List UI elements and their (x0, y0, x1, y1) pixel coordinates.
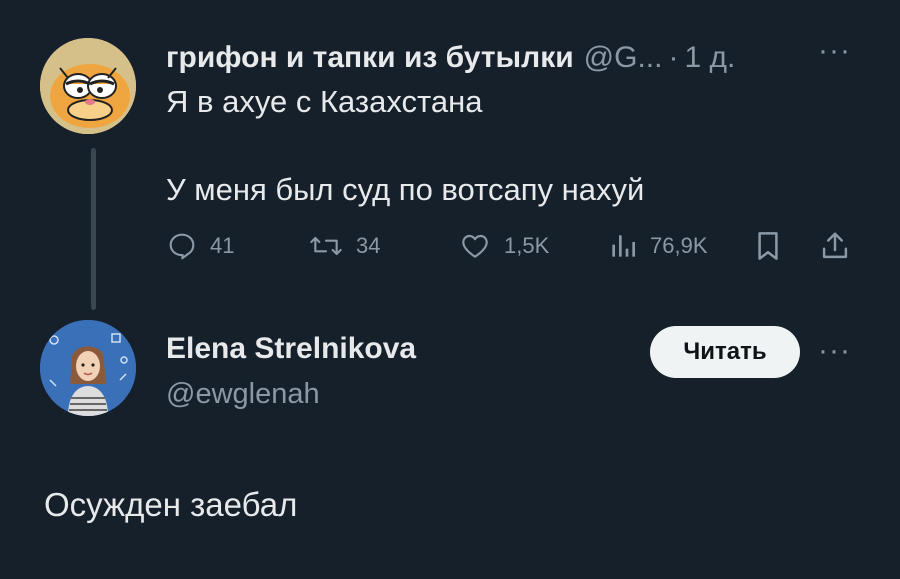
reply-button[interactable]: 41 (166, 226, 234, 266)
reply-icon (169, 233, 195, 260)
views-button[interactable]: 76,9K (608, 226, 708, 266)
tweet-timestamp[interactable]: 1 д. (684, 41, 735, 75)
more-options-icon[interactable]: ··· (818, 34, 851, 68)
reply-count: 41 (210, 233, 235, 258)
share-button[interactable] (820, 226, 862, 266)
author-handle[interactable]: @ewglenah (166, 378, 320, 411)
illustrated-avatar-image (40, 320, 136, 416)
separator-dot: · (668, 41, 679, 74)
like-count: 1,5K (504, 233, 550, 258)
author-handle[interactable]: @G... (584, 41, 663, 75)
garfield-avatar-image (40, 38, 136, 134)
repost-button[interactable]: 34 (308, 226, 380, 266)
author-avatar[interactable] (40, 320, 136, 416)
follow-button[interactable]: Читать (650, 326, 800, 378)
tweet1-text-line-1: Я в ахуе с Казахстана (166, 84, 483, 119)
views-count: 76,9K (650, 233, 708, 258)
author-name[interactable]: Elena Strelnikova (166, 332, 416, 366)
tweet2-text: Осужден заебал (44, 486, 298, 523)
tweet1-header: грифон и тапки из бутылки @G... · 1 д. (166, 38, 735, 78)
repost-icon (310, 236, 342, 256)
share-icon (822, 232, 848, 259)
heart-icon (462, 234, 488, 258)
bookmark-button[interactable] (754, 226, 794, 266)
tweet1-action-bar: 41 34 1,5K 76,9K (166, 226, 856, 266)
repost-count: 34 (356, 233, 381, 258)
author-avatar[interactable] (40, 38, 136, 134)
views-chart-icon (612, 235, 635, 257)
more-options-icon[interactable]: ··· (818, 334, 851, 368)
author-name[interactable]: грифон и тапки из бутылки (166, 41, 574, 75)
tweet1-text-line-2: У меня был суд по вотсапу нахуй (166, 172, 645, 207)
thread-connector-line (91, 148, 96, 310)
bookmark-icon (758, 232, 778, 260)
like-button[interactable]: 1,5K (458, 226, 549, 266)
